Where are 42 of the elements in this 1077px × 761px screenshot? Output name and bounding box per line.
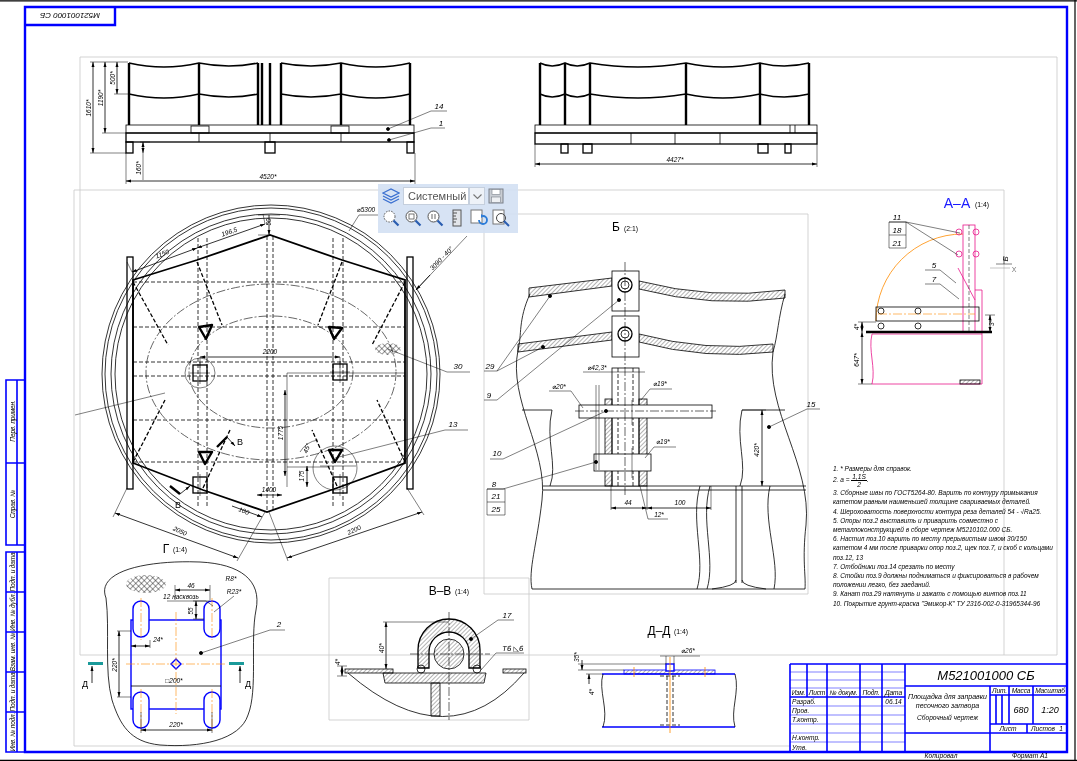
dotted-magnifier-icon[interactable] [382, 209, 400, 227]
magnifier-icon[interactable] [426, 209, 444, 227]
section-letter: Д [244, 679, 252, 689]
scale-value: 1:20 [1041, 705, 1059, 715]
callout-number: 15 [806, 400, 816, 409]
refresh-icon[interactable] [470, 209, 488, 227]
callout-number: 14 [434, 102, 444, 111]
callout-number: 8 [491, 480, 497, 489]
callout-number: 5 [931, 261, 937, 270]
callout-number: 29 [485, 362, 495, 371]
style-select[interactable]: Системный [403, 187, 469, 205]
callout-number: 21 [892, 238, 902, 248]
callout-number: 1 [438, 119, 444, 128]
zoom-icon[interactable] [404, 209, 422, 227]
callout-number: 13 [448, 420, 458, 429]
section-letter: В [237, 437, 243, 447]
mass-value: 680 [1013, 705, 1029, 715]
callout-number: 25 [491, 505, 501, 514]
stamp-text: М521001000 СБ [40, 11, 100, 20]
save-icon[interactable] [488, 188, 504, 204]
callout-number: 2 [276, 620, 282, 629]
callout-number: 18 [892, 225, 902, 235]
section-letter: В [175, 500, 181, 510]
caret-icon [472, 193, 482, 199]
callout-number: 7 [931, 275, 937, 284]
page-zoom-icon[interactable] [492, 209, 510, 227]
drawing-number: М521001000 СБ [937, 668, 1035, 683]
dropdown-button[interactable] [469, 187, 485, 205]
layers-icon[interactable] [382, 188, 400, 204]
callout-number: 30 [453, 362, 463, 371]
view-title: А–А [943, 195, 971, 211]
callout-number: 10 [492, 449, 502, 458]
callout-number: 9 [486, 391, 492, 400]
view-title: Б [612, 220, 620, 234]
callout-number: 21 [491, 492, 501, 501]
callout-number: 17 [502, 611, 512, 620]
view-title: В–В [428, 584, 452, 598]
view-title: Д–Д [647, 624, 671, 638]
view-arrow-letter: Б [1001, 256, 1010, 262]
callout-number: 11 [892, 213, 902, 222]
section-letter: Д [81, 679, 89, 689]
view-title: Г [162, 542, 170, 556]
